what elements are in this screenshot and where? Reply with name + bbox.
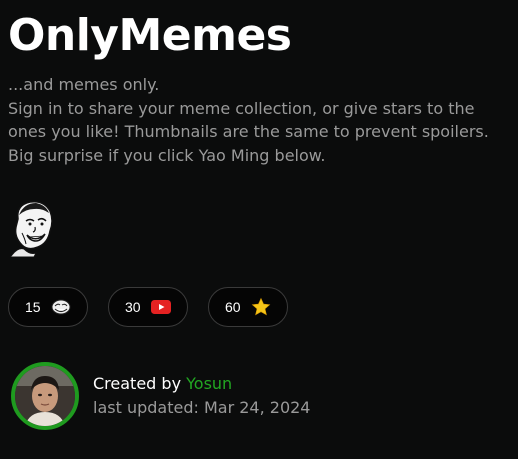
description-line: ...and memes only. bbox=[8, 75, 160, 94]
star-count: 60 bbox=[225, 299, 241, 315]
creator-line: Created by Yosun bbox=[93, 373, 232, 395]
description-line: Big surprise if you click Yao Ming below… bbox=[8, 145, 326, 165]
creator-prefix: Created by bbox=[93, 374, 187, 393]
yao-ming-meme-thumbnail[interactable] bbox=[8, 197, 56, 258]
star-icon bbox=[251, 297, 271, 317]
avatar-photo-icon bbox=[15, 366, 75, 426]
star-count-pill[interactable]: 60 bbox=[208, 287, 288, 327]
youtube-icon bbox=[150, 300, 171, 314]
last-updated: last updated: Mar 24, 2024 bbox=[93, 398, 311, 417]
yao-ming-face-icon bbox=[8, 200, 53, 258]
meme-count-pill[interactable]: 15 bbox=[8, 287, 88, 327]
creator-name-link[interactable]: Yosun bbox=[186, 374, 232, 393]
creator-avatar[interactable] bbox=[11, 362, 79, 430]
description-line: ones you like! Thumbnails are the same t… bbox=[8, 122, 489, 141]
description-line: Sign in to share your meme collection, o… bbox=[8, 98, 475, 118]
page-description: ...and memes only. Sign in to share your… bbox=[8, 73, 508, 167]
video-count-pill[interactable]: 30 bbox=[108, 287, 188, 327]
meme-count: 15 bbox=[25, 299, 41, 315]
video-count: 30 bbox=[125, 299, 141, 315]
troll-face-icon bbox=[51, 299, 71, 315]
page-title: OnlyMemes bbox=[8, 10, 292, 61]
